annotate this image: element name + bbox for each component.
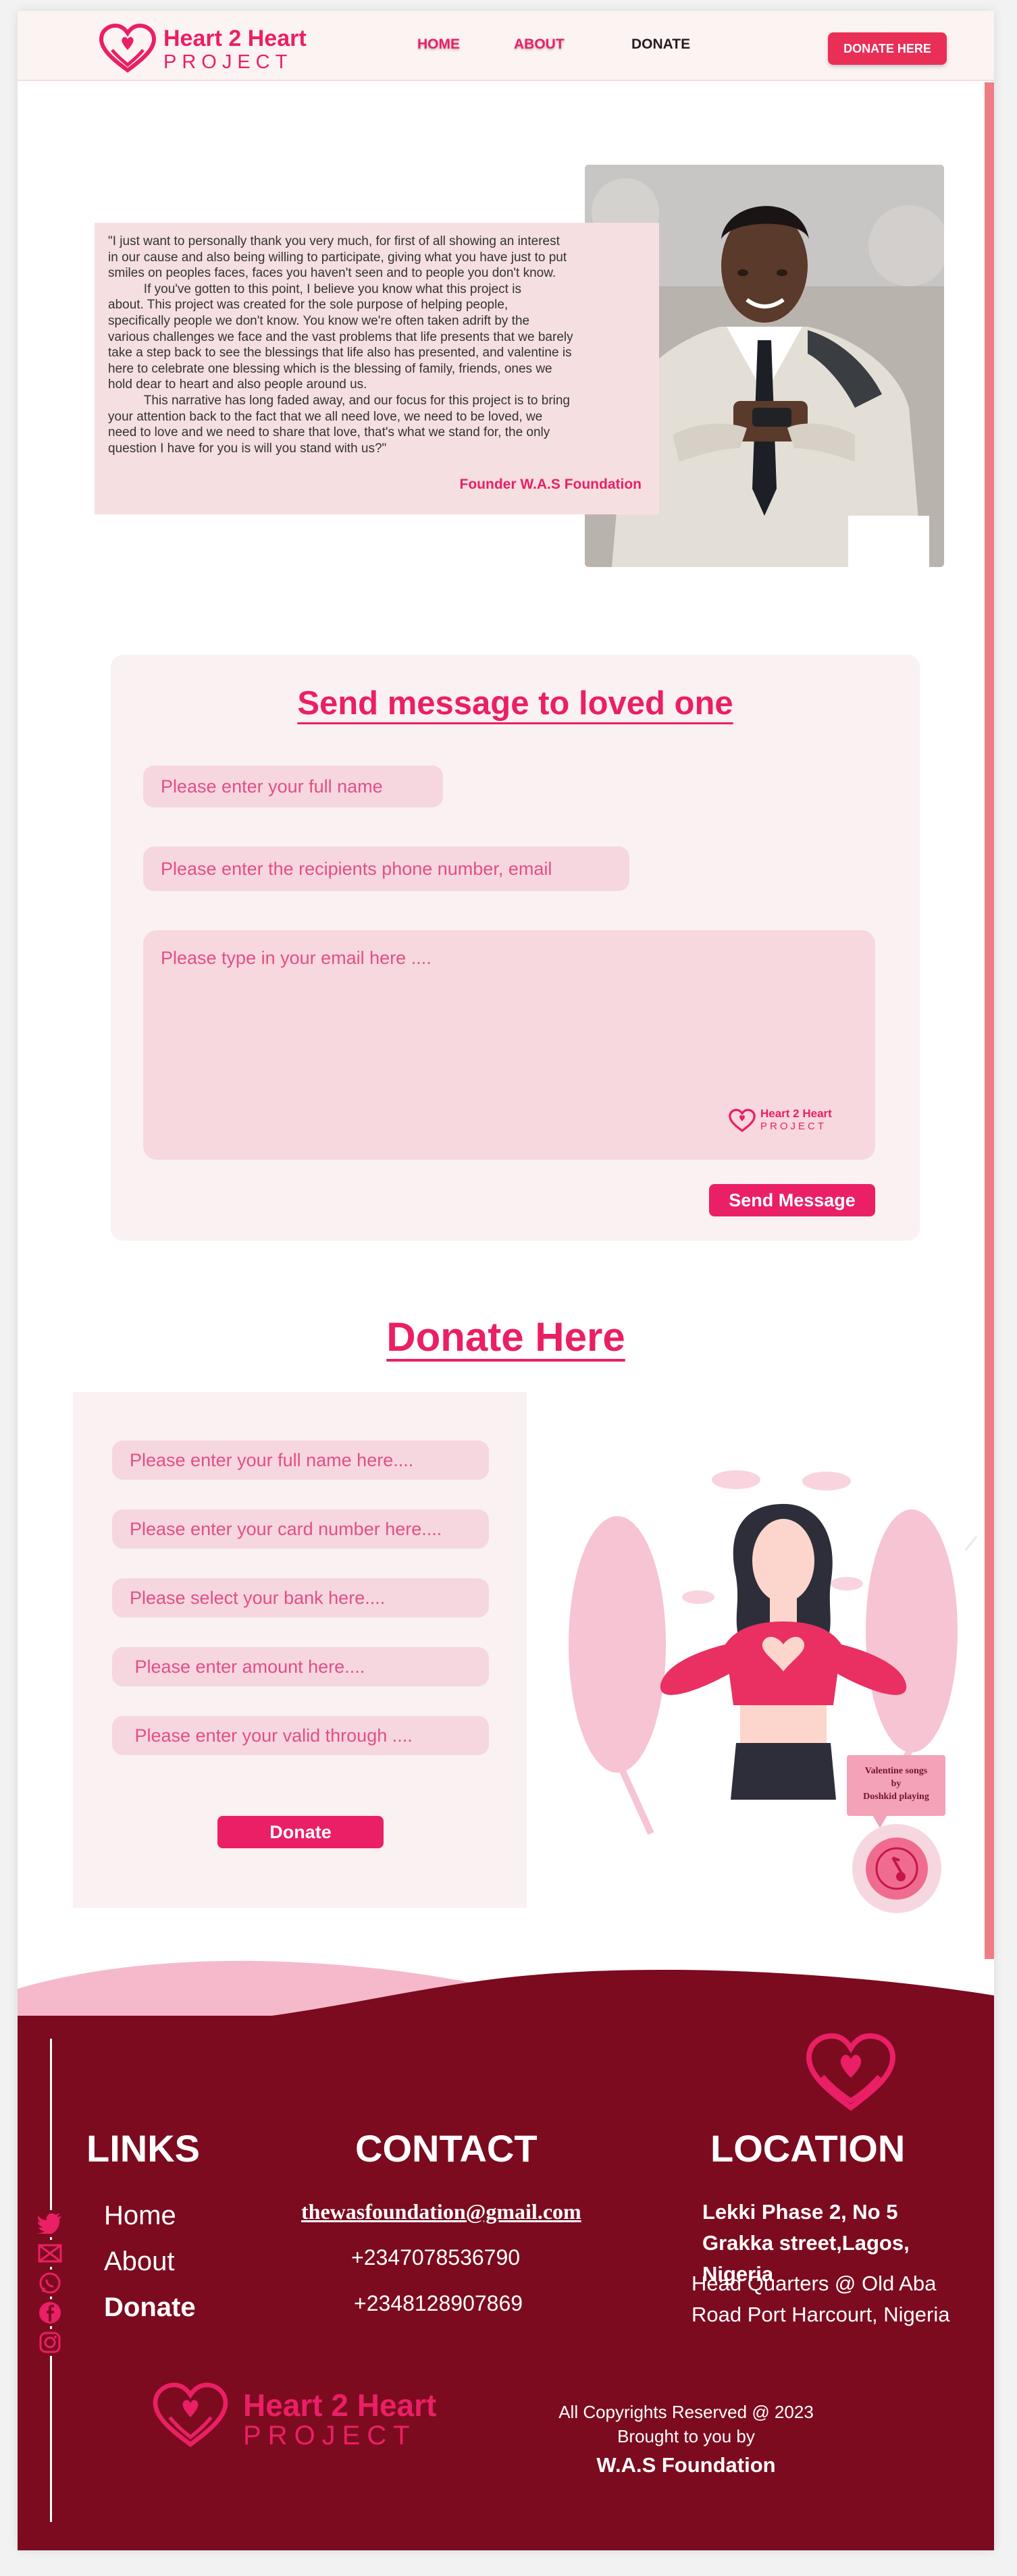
now-playing-artist: Doshkid playing (863, 1792, 929, 1802)
contact-phone-2: +2348128907869 (354, 2291, 523, 2315)
now-playing-title: Valentine songs (864, 1766, 928, 1776)
instagram-icon[interactable] (34, 2329, 66, 2356)
footer-link-about[interactable]: About (104, 2247, 175, 2277)
donate-title-text: Donate Here (386, 1314, 625, 1360)
links-heading: LINKS (86, 2127, 200, 2170)
amount-input[interactable] (112, 1647, 489, 1686)
donate-form-card: Donate (73, 1392, 527, 1908)
heart-hands-logo-icon (99, 23, 157, 73)
footer-logo-heart-icon (153, 2382, 228, 2448)
site-footer: LINKS CONTACT LOCATION Home About Donate… (18, 2016, 994, 2550)
message-form-title: Send message to loved one (111, 685, 920, 722)
footer-brand-logo: Heart 2 Heart PROJECT (150, 2380, 461, 2461)
card-number-input[interactable] (112, 1509, 489, 1549)
nav-donate[interactable]: DONATE (631, 36, 690, 53)
brought-by-text: Brought to you by (617, 2426, 755, 2446)
music-note-icon (866, 1837, 928, 1900)
footer-link-donate[interactable]: Donate (104, 2292, 196, 2323)
now-playing-label: Valentine songs by Doshkid playing (847, 1755, 945, 1816)
nav-about[interactable]: ABOUT (514, 36, 565, 53)
now-playing-by: by (891, 1779, 902, 1789)
watermark-subtitle: PROJECT (760, 1121, 827, 1132)
footer-brand-subtitle: PROJECT (243, 2421, 417, 2450)
heart-hands-small-icon (729, 1108, 756, 1133)
sender-name-input[interactable] (143, 766, 443, 807)
contact-phone-1: +2347078536790 (351, 2245, 521, 2270)
location-heading: LOCATION (710, 2127, 906, 2170)
contact-email-link[interactable]: thewasfoundation@gmail.com (301, 2199, 581, 2224)
donate-title: Donate Here (18, 1314, 994, 1360)
nav-home[interactable]: HOME (417, 36, 460, 53)
site-header: Heart 2 Heart PROJECT HOME ABOUT DONATE … (18, 11, 994, 81)
page-frame: Heart 2 Heart PROJECT HOME ABOUT DONATE … (18, 11, 994, 2550)
testimonial-card: "I just want to personally thank you ver… (95, 223, 659, 514)
brand-subtitle: PROJECT (163, 51, 293, 73)
send-message-button[interactable]: Send Message (709, 1184, 875, 1216)
footer-link-home[interactable]: Home (104, 2201, 176, 2231)
brand-title: Heart 2 Heart (163, 26, 307, 51)
music-play-button[interactable] (852, 1824, 941, 1913)
testimonial-author: Founder W.A.S Foundation (459, 477, 642, 492)
contact-heading: CONTACT (355, 2127, 538, 2170)
whatsapp-icon[interactable] (34, 2270, 66, 2297)
organization-name: W.A.S Foundation (596, 2453, 776, 2477)
footer-heart-hands-icon (806, 2033, 896, 2111)
footer-brand-title: Heart 2 Heart (243, 2388, 437, 2423)
message-form-card: Send message to loved one Heart 2 Heart … (111, 655, 920, 1241)
watermark-title: Heart 2 Heart (760, 1107, 832, 1120)
right-accent-bar (985, 82, 994, 1959)
donate-submit-button[interactable]: Donate (217, 1816, 384, 1848)
brand-logo[interactable]: Heart 2 Heart PROJECT (97, 23, 340, 74)
bank-select[interactable] (112, 1578, 489, 1617)
mail-icon[interactable] (34, 2240, 66, 2267)
copyright-text: All Copyrights Reserved @ 2023 (558, 2402, 814, 2422)
valid-through-input[interactable] (112, 1716, 489, 1755)
facebook-icon[interactable] (34, 2299, 66, 2326)
message-form-title-text: Send message to loved one (297, 685, 733, 722)
message-watermark-logo: Heart 2 Heart PROJECT (728, 1107, 843, 1137)
recipient-contact-input[interactable] (143, 847, 629, 891)
twitter-icon[interactable] (34, 2210, 66, 2237)
testimonial-text: "I just want to personally thank you ver… (108, 234, 573, 456)
headquarters-text: Head Quarters @ Old Aba Road Port Harcou… (692, 2272, 950, 2326)
donor-name-input[interactable] (112, 1441, 489, 1480)
donate-here-button[interactable]: DONATE HERE (828, 32, 947, 65)
